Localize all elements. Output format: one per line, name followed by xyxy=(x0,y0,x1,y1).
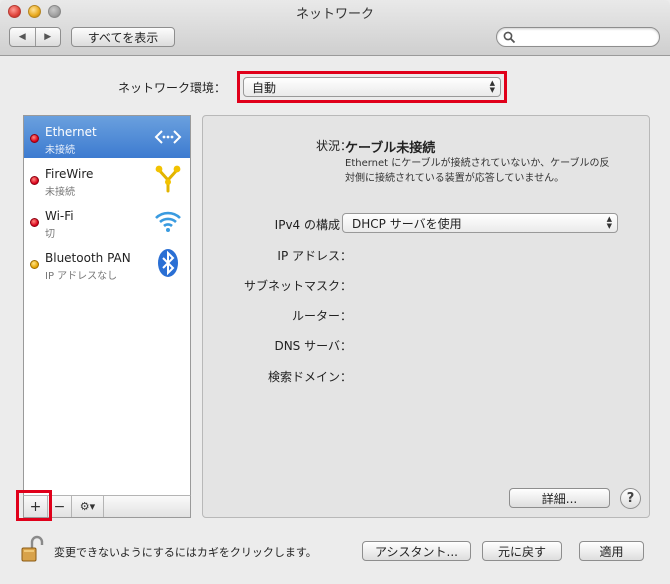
service-item-bluetooth-pan[interactable]: Bluetooth PAN IP アドレスなし xyxy=(24,242,190,284)
service-name: Ethernet xyxy=(45,125,97,139)
lock-instruction-text: 変更できないようにするにはカギをクリックします。 xyxy=(54,546,317,559)
service-name: Bluetooth PAN xyxy=(45,251,131,265)
bluetooth-icon xyxy=(158,249,178,277)
status-dot-icon xyxy=(30,176,39,185)
firewire-icon xyxy=(155,165,181,193)
service-status: IP アドレスなし xyxy=(45,271,118,282)
status-description-line: 対側に接続されている装置が応答していません。 xyxy=(345,173,565,184)
service-status: 未接続 xyxy=(45,187,75,198)
lock-icon[interactable] xyxy=(20,535,44,563)
location-select[interactable]: 自動 ▲ ▼ xyxy=(243,77,501,97)
search-domain-label: 検索ドメイン： xyxy=(267,370,352,384)
ipv4-config-label: IPv4 の構成： xyxy=(274,218,352,232)
back-forward-control: ◀ ▶ xyxy=(9,27,61,47)
service-status: 切 xyxy=(45,229,55,240)
service-item-ethernet[interactable]: Ethernet 未接続 xyxy=(24,116,190,158)
status-dot-icon xyxy=(30,218,39,227)
revert-button[interactable]: 元に戻す xyxy=(482,541,562,561)
service-item-wifi[interactable]: Wi-Fi 切 xyxy=(24,200,190,242)
add-button-highlight-box xyxy=(16,490,52,521)
updown-arrows-icon: ▲ ▼ xyxy=(606,215,612,230)
wifi-icon xyxy=(155,211,181,232)
status-dot-icon xyxy=(30,134,39,143)
service-name: FireWire xyxy=(45,167,94,181)
status-dot-icon xyxy=(30,260,39,269)
service-list: Ethernet 未接続 FireWire 未接続 Wi-Fi 切 Blueto… xyxy=(23,115,191,518)
help-button[interactable]: ? xyxy=(620,488,641,509)
ethernet-icon xyxy=(154,130,182,144)
dns-server-label: DNS サーバ： xyxy=(274,339,352,353)
ipv4-config-select[interactable]: DHCP サーバを使用 ▲ ▼ xyxy=(342,213,618,233)
service-status: 未接続 xyxy=(45,145,75,156)
advanced-button[interactable]: 詳細... xyxy=(509,488,610,508)
window-title: ネットワーク xyxy=(295,7,374,22)
service-item-firewire[interactable]: FireWire 未接続 xyxy=(24,158,190,200)
ipv4-config-value: DHCP サーバを使用 xyxy=(352,216,462,231)
location-label: ネットワーク環境： xyxy=(118,81,227,95)
forward-button[interactable]: ▶ xyxy=(34,28,61,46)
title-bar: ネットワーク ◀ ▶ すべてを表示 xyxy=(0,0,670,56)
ip-address-label: IP アドレス： xyxy=(277,249,352,263)
gear-menu-button[interactable]: ⚙▾ xyxy=(72,496,104,517)
service-name: Wi-Fi xyxy=(45,209,74,223)
back-button[interactable]: ◀ xyxy=(10,28,35,46)
status-description-line: Ethernet にケーブルが接続されていないか、ケーブルの反 xyxy=(345,158,610,169)
search-icon xyxy=(503,31,516,44)
search-field[interactable] xyxy=(496,27,660,47)
location-value: 自動 xyxy=(252,80,277,95)
assistant-button[interactable]: アシスタント... xyxy=(362,541,471,561)
status-value: ケーブル未接続 xyxy=(345,141,436,156)
updown-arrows-icon: ▲ ▼ xyxy=(489,79,495,94)
router-label: ルーター： xyxy=(291,309,352,323)
show-all-button[interactable]: すべてを表示 xyxy=(71,27,175,47)
apply-button[interactable]: 適用 xyxy=(579,541,644,561)
subnet-mask-label: サブネットマスク： xyxy=(243,279,352,293)
status-description: Ethernet にケーブルが接続されていないか、ケーブルの反 対側に接続されて… xyxy=(345,156,645,186)
